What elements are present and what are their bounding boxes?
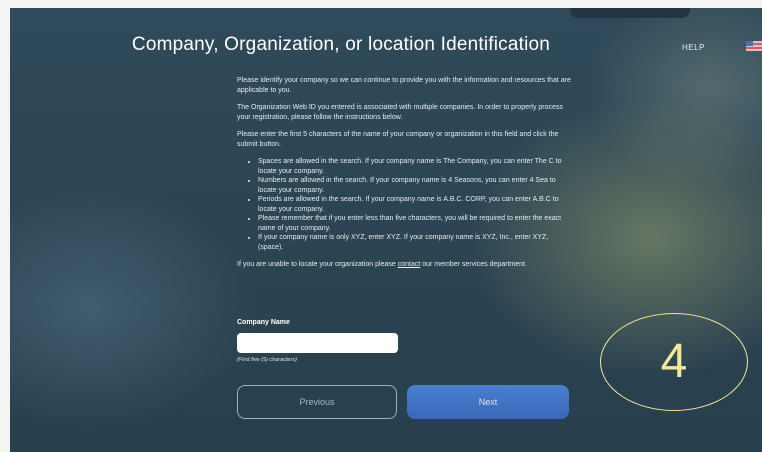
company-name-hint: (First five (5) characters)	[237, 357, 297, 363]
contact-paragraph: If you are unable to locate your organiz…	[237, 260, 572, 270]
list-item: Please remember that if you enter less t…	[258, 214, 572, 233]
contact-link[interactable]: contact	[398, 261, 421, 268]
multiple-companies-paragraph: The Organization Web ID you entered is a…	[237, 104, 563, 121]
page-title: Company, Organization, or location Ident…	[131, 34, 551, 55]
search-rules-list: Spaces are allowed in the search. If you…	[237, 157, 572, 252]
contact-text-after: our member services department.	[420, 261, 527, 268]
previous-button[interactable]: Previous	[237, 385, 397, 419]
list-item: Spaces are allowed in the search. If you…	[258, 157, 572, 176]
top-shade	[570, 8, 690, 18]
company-name-label: Company Name	[237, 319, 290, 326]
company-name-input[interactable]	[237, 333, 398, 353]
contact-text-before: If you are unable to locate your organiz…	[237, 261, 398, 268]
enter-characters-paragraph: Please enter the first 5 characters of t…	[237, 131, 559, 148]
step-number-badge: 4	[600, 313, 748, 411]
list-item: Periods are allowed in the search. If yo…	[258, 195, 572, 214]
intro-paragraph: Please identify your company so we can c…	[237, 77, 571, 94]
us-flag-icon[interactable]	[746, 41, 762, 51]
app-screen: Company, Organization, or location Ident…	[10, 8, 762, 452]
help-link[interactable]: HELP	[682, 43, 705, 52]
list-item: Numbers are allowed in the search. If yo…	[258, 176, 572, 195]
next-button[interactable]: Next	[407, 385, 569, 419]
instructions: Please identify your company so we can c…	[237, 76, 572, 278]
list-item: If your company name is only XYZ, enter …	[258, 233, 572, 252]
